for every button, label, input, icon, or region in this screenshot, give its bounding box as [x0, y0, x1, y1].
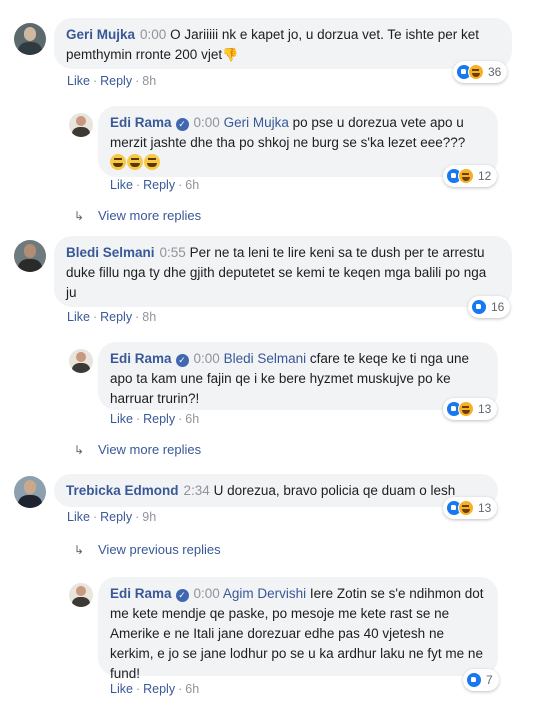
comment-author[interactable]: Trebicka Edmond [66, 483, 179, 498]
reply-link[interactable]: Reply [100, 310, 132, 324]
view-more-replies[interactable]: ↳ View more replies [74, 208, 201, 223]
comment-age[interactable]: 8h [142, 74, 156, 88]
comment-author[interactable]: Edi Rama [110, 115, 172, 130]
mention-link[interactable]: Geri Mujka [224, 115, 289, 130]
view-more-replies[interactable]: ↳ View more replies [74, 442, 201, 457]
comment-bubble: Bledi Selmani 0:55 Per ne ta leni te lire… [54, 236, 512, 307]
reaction-summary[interactable]: 7 [463, 669, 499, 691]
reaction-count: 36 [488, 65, 502, 79]
haha-reaction-icon [458, 401, 474, 417]
like-link[interactable]: Like [67, 310, 90, 324]
comment-timestamp[interactable]: 0:00 [194, 115, 220, 130]
like-link[interactable]: Like [110, 682, 133, 696]
like-link[interactable]: Like [67, 510, 90, 524]
haha-reaction-icon [468, 64, 484, 80]
mention-link[interactable]: Agim Dervishi [223, 586, 306, 601]
grinning-emoji-icon [127, 154, 143, 170]
avatar[interactable] [14, 476, 46, 508]
like-reaction-icon [471, 299, 487, 315]
avatar[interactable] [69, 349, 93, 373]
comment-actions: Like · Reply · 6h [110, 412, 200, 426]
like-link[interactable]: Like [67, 74, 90, 88]
comment-text: U dorezua, bravo policia qe duam o lesh [213, 483, 456, 498]
comment-actions: Like · Reply · 8h [67, 310, 157, 324]
reaction-summary[interactable]: 13 [443, 398, 498, 420]
reaction-count: 13 [478, 501, 492, 515]
grinning-emoji-icon [110, 154, 126, 170]
like-reaction-icon [466, 672, 482, 688]
reply-link[interactable]: Reply [143, 178, 175, 192]
comment-timestamp[interactable]: 2:34 [184, 483, 210, 498]
verified-badge-icon: ✓ [175, 589, 189, 602]
thumbs-down-icon: 👎 [222, 47, 239, 62]
comment-actions: Like · Reply · 8h [67, 74, 157, 88]
reply-arrow-icon: ↳ [74, 543, 85, 557]
reaction-count: 13 [478, 402, 492, 416]
reply-link[interactable]: Reply [143, 682, 175, 696]
comment-author[interactable]: Geri Mujka [66, 27, 135, 42]
comment-author[interactable]: Edi Rama [110, 351, 172, 366]
comment-actions: Like · Reply · 9h [67, 510, 157, 524]
reaction-count: 7 [486, 673, 493, 687]
avatar[interactable] [69, 583, 93, 607]
comment-age[interactable]: 8h [142, 310, 156, 324]
reply-link[interactable]: Reply [143, 412, 175, 426]
reaction-summary[interactable]: 12 [443, 165, 498, 187]
haha-reaction-icon [458, 500, 474, 516]
grinning-emoji-icon [144, 154, 160, 170]
comment-author[interactable]: Edi Rama [110, 586, 172, 601]
reaction-count: 12 [478, 169, 492, 183]
view-previous-replies[interactable]: ↳ View previous replies [74, 542, 221, 557]
mention-link[interactable]: Bledi Selmani [224, 351, 307, 366]
comment-bubble: Trebicka Edmond 2:34 U dorezua, bravo pol… [54, 474, 498, 507]
comment-age[interactable]: 9h [142, 510, 156, 524]
verified-badge-icon: ✓ [175, 354, 189, 367]
comment-timestamp[interactable]: 0:00 [140, 27, 166, 42]
reply-bubble: Edi Rama ✓ 0:00 Agim Dervishi Iere Zotin s… [98, 577, 498, 681]
comment-timestamp[interactable]: 0:00 [194, 351, 220, 366]
reaction-summary[interactable]: 13 [443, 497, 498, 519]
reply-bubble: Edi Rama ✓ 0:00 Bledi Selmani cfare te keq… [98, 342, 498, 410]
comment-actions: Like · Reply · 6h [110, 682, 200, 696]
reply-bubble: Edi Rama ✓ 0:00 Geri Mujka po pse u dorezu… [98, 106, 498, 177]
like-link[interactable]: Like [110, 412, 133, 426]
verified-badge-icon: ✓ [175, 118, 189, 131]
avatar[interactable] [14, 23, 46, 55]
reaction-summary[interactable]: 16 [468, 296, 511, 318]
avatar[interactable] [14, 240, 46, 272]
reaction-summary[interactable]: 36 [453, 61, 508, 83]
reply-link[interactable]: Reply [100, 510, 132, 524]
comment-actions: Like · Reply · 6h [110, 178, 200, 192]
like-link[interactable]: Like [110, 178, 133, 192]
comment-age[interactable]: 6h [185, 682, 199, 696]
reply-link[interactable]: Reply [100, 74, 132, 88]
comment-timestamp[interactable]: 0:00 [194, 586, 220, 601]
comment-age[interactable]: 6h [185, 412, 199, 426]
reply-arrow-icon: ↳ [74, 209, 85, 223]
comment-age[interactable]: 6h [185, 178, 199, 192]
reply-arrow-icon: ↳ [74, 443, 85, 457]
comment-timestamp[interactable]: 0:55 [160, 245, 186, 260]
reaction-count: 16 [491, 300, 505, 314]
comment-author[interactable]: Bledi Selmani [66, 245, 155, 260]
haha-reaction-icon [458, 168, 474, 184]
avatar[interactable] [69, 113, 93, 137]
comment-bubble: Geri Mujka 0:00 O Jariiiii nk e kapet jo,… [54, 18, 512, 69]
